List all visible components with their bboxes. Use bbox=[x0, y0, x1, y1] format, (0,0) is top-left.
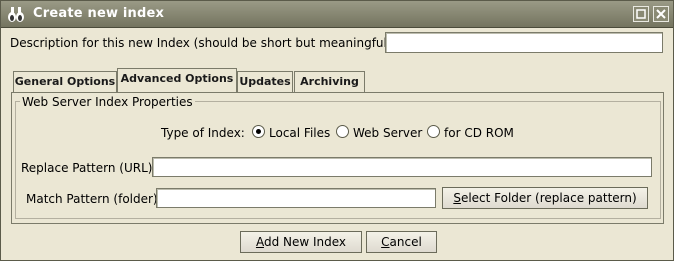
radio-web-server[interactable] bbox=[336, 125, 349, 138]
description-label: Description for this new Index (should b… bbox=[10, 36, 396, 50]
binoculars-icon bbox=[8, 7, 24, 22]
replace-pattern-input[interactable] bbox=[152, 157, 652, 177]
select-folder-button[interactable]: Select Folder (replace pattern) bbox=[442, 187, 648, 209]
tab-label: Updates bbox=[239, 75, 291, 88]
close-icon bbox=[656, 9, 666, 19]
radio-label-cd-rom[interactable]: for CD ROM bbox=[444, 126, 514, 140]
create-index-dialog: Create new index Description for this ne… bbox=[0, 0, 674, 261]
tab-label: Advanced Options bbox=[120, 72, 234, 85]
tab-label: General Options bbox=[14, 75, 116, 88]
tab-general-options[interactable]: General Options bbox=[13, 71, 117, 92]
radio-cd-rom[interactable] bbox=[427, 125, 440, 138]
group-legend: Web Server Index Properties bbox=[20, 95, 195, 109]
match-pattern-input[interactable] bbox=[156, 188, 436, 208]
replace-pattern-label: Replace Pattern (URL) bbox=[21, 161, 153, 175]
radio-label-local-files[interactable]: Local Files bbox=[269, 126, 330, 140]
radio-label-web-server[interactable]: Web Server bbox=[353, 126, 422, 140]
index-type-label: Type of Index: bbox=[161, 126, 245, 140]
window-title: Create new index bbox=[33, 6, 165, 21]
title-bar[interactable]: Create new index bbox=[1, 1, 673, 28]
tab-updates[interactable]: Updates bbox=[237, 71, 293, 92]
radio-local-files[interactable] bbox=[252, 125, 265, 138]
cancel-button[interactable]: Cancel bbox=[366, 231, 437, 253]
radio-selected-dot bbox=[256, 129, 261, 134]
description-input[interactable] bbox=[385, 32, 663, 53]
minimize-button[interactable] bbox=[633, 6, 649, 22]
add-new-index-button[interactable]: Add New Index bbox=[240, 231, 362, 253]
minimize-icon bbox=[636, 9, 646, 19]
close-button[interactable] bbox=[653, 6, 669, 22]
tab-label: Archiving bbox=[300, 75, 359, 88]
tab-advanced-options[interactable]: Advanced Options bbox=[117, 68, 237, 92]
tab-archiving[interactable]: Archiving bbox=[294, 71, 365, 92]
match-pattern-label: Match Pattern (folder) bbox=[26, 192, 158, 206]
